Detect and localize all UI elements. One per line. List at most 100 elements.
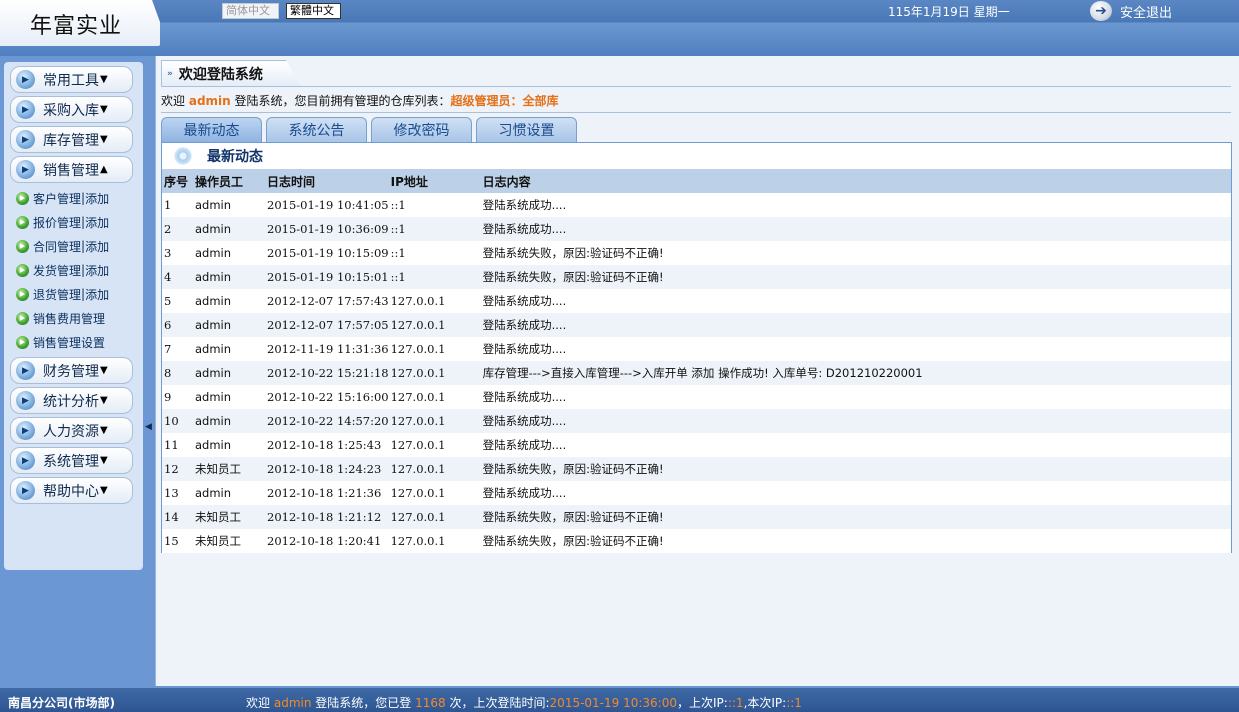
submenu-label[interactable]: 报价管理 — [33, 214, 81, 231]
date-display: 115年1月19日 星期一 — [888, 5, 1010, 19]
submenu-shipping[interactable]: ▶ 发货管理 | 添加 — [16, 258, 143, 282]
collapse-sidebar-icon[interactable]: ◀ — [145, 422, 152, 432]
submenu-label[interactable]: 销售管理设置 — [33, 334, 105, 351]
cell-index: 3 — [164, 246, 172, 260]
submenu-add-link[interactable]: 添加 — [85, 286, 109, 303]
logout-arrow-icon: ➔ — [1090, 1, 1112, 21]
col-header-time: 日志时间 — [267, 174, 316, 189]
caret-down-icon: ▼ — [100, 74, 108, 85]
submenu-label[interactable]: 发货管理 — [33, 262, 81, 279]
submenu-add-link[interactable]: 添加 — [85, 262, 109, 279]
caret-down-icon: ▼ — [100, 485, 108, 496]
lang-simplified-button[interactable]: 简体中文 — [222, 3, 279, 19]
menu-statistics[interactable]: ▶ 统计分析 ▼ — [10, 387, 133, 414]
bullet-play-icon: ▶ — [16, 239, 29, 253]
tab-preferences[interactable]: 习惯设置 — [476, 117, 577, 142]
cell-operator: admin — [195, 342, 232, 356]
welcome-user: admin — [188, 94, 231, 108]
menu-sales[interactable]: ▶ 销售管理 ▲ — [10, 156, 133, 183]
tab-change-password[interactable]: 修改密码 — [371, 117, 472, 142]
cell-ip: ::1 — [390, 246, 406, 260]
cell-time: 2012-10-18 1:20:41 — [267, 534, 382, 548]
submenu-add-link[interactable]: 添加 — [85, 238, 109, 255]
menu-system[interactable]: ▶ 系统管理 ▼ — [10, 447, 133, 474]
current-ip: ::1 — [786, 696, 802, 710]
cell-operator: admin — [195, 414, 232, 428]
cell-time: 2012-12-07 17:57:43 — [267, 294, 389, 308]
submenu-contract[interactable]: ▶ 合同管理 | 添加 — [16, 234, 143, 258]
menu-help[interactable]: ▶ 帮助中心 ▼ — [10, 477, 133, 504]
cell-content: 登陆系统成功.... — [482, 318, 567, 332]
cell-time: 2015-01-19 10:36:09 — [267, 222, 389, 236]
cell-index: 2 — [164, 222, 172, 236]
double-chevron-icon: » — [167, 69, 173, 79]
submenu-label[interactable]: 客户管理 — [33, 190, 81, 207]
menu-common-tools[interactable]: ▶ 常用工具 ▼ — [10, 66, 133, 93]
submenu-sales-expense[interactable]: ▶ 销售费用管理 — [16, 306, 143, 330]
submenu-returns[interactable]: ▶ 退货管理 | 添加 — [16, 282, 143, 306]
table-row: 2 admin 2015-01-19 10:36:09::1 登陆系统成功.... — [162, 217, 1231, 241]
submenu-quote[interactable]: ▶ 报价管理 | 添加 — [16, 210, 143, 234]
last-login-time: 2015-01-19 10:36:00 — [549, 696, 677, 710]
logout-link[interactable]: ➔ 安全退出 — [1090, 0, 1172, 22]
footer-text: 次，上次登陆时间: — [449, 696, 550, 710]
cell-index: 15 — [164, 534, 179, 548]
caret-down-icon: ▼ — [100, 365, 108, 376]
table-row: 14 未知员工 2012-10-18 1:21:12 127.0.0.1 登陆系统失败，… — [162, 505, 1231, 529]
cell-ip: 127.0.0.1 — [390, 510, 446, 524]
cell-ip: 127.0.0.1 — [390, 486, 446, 500]
footer-text: 欢迎 — [246, 696, 271, 710]
cell-time: 2015-01-19 10:15:01 — [267, 270, 389, 284]
caret-down-icon: ▼ — [100, 134, 108, 145]
menu-inventory[interactable]: ▶ 库存管理 ▼ — [10, 126, 133, 153]
activity-log-table: 序号 操作员工 日志时间 IP地址 日志内容 1 admin 2015-01-19 … — [162, 169, 1231, 553]
panel-title: 最新动态 — [207, 149, 263, 165]
play-icon: ▶ — [16, 481, 35, 500]
cell-content: 登陆系统成功.... — [482, 390, 567, 404]
menu-label: 常用工具 — [43, 72, 99, 89]
welcome-line: 欢迎 admin 登陆系统，您目前拥有管理的仓库列表：超级管理员：全部库 — [161, 92, 559, 109]
menu-label: 销售管理 — [43, 162, 99, 179]
activity-panel: 最新动态 序号 操作员工 日志时间 IP地址 日志内容 1 admin 2015-0… — [161, 142, 1232, 553]
cell-ip: 127.0.0.1 — [390, 366, 446, 380]
cell-ip: 127.0.0.1 — [390, 438, 446, 452]
menu-label: 库存管理 — [43, 132, 99, 149]
table-row: 3 admin 2015-01-19 10:15:09::1 登陆系统失败，原因:验证… — [162, 241, 1231, 265]
submenu-customer[interactable]: ▶ 客户管理 | 添加 — [16, 186, 143, 210]
col-header-content: 日志内容 — [482, 174, 531, 189]
cell-index: 13 — [164, 486, 179, 500]
cell-operator: admin — [195, 486, 232, 500]
table-row: 15 未知员工 2012-10-18 1:20:41 127.0.0.1 登陆系统失败，… — [162, 529, 1231, 553]
cell-index: 4 — [164, 270, 172, 284]
play-icon: ▶ — [16, 70, 35, 89]
menu-hr[interactable]: ▶ 人力资源 ▼ — [10, 417, 133, 444]
cell-content: 库存管理--->直接入库管理--->入库开单 添加 操作成功! 入库单号: D2… — [482, 366, 923, 380]
footer-text: 登陆系统，您已登 — [315, 696, 412, 710]
menu-finance[interactable]: ▶ 财务管理 ▼ — [10, 357, 133, 384]
play-icon: ▶ — [16, 160, 35, 179]
caret-down-icon: ▼ — [100, 395, 108, 406]
lang-traditional-button[interactable]: 繁體中文 — [286, 3, 341, 19]
bullet-play-icon: ▶ — [16, 311, 29, 325]
cell-time: 2012-11-19 11:31:36 — [267, 342, 389, 356]
bullet-play-icon: ▶ — [16, 263, 29, 277]
submenu-add-link[interactable]: 添加 — [85, 190, 109, 207]
play-icon: ▶ — [16, 421, 35, 440]
tab-latest-activity[interactable]: 最新动态 — [161, 117, 262, 142]
submenu-label[interactable]: 合同管理 — [33, 238, 81, 255]
submenu-label[interactable]: 销售费用管理 — [33, 310, 105, 327]
submenu-add-link[interactable]: 添加 — [85, 214, 109, 231]
tab-announcements[interactable]: 系统公告 — [266, 117, 367, 142]
cell-content: 登陆系统失败，原因:验证码不正确! — [482, 270, 664, 284]
page-title-text: 欢迎登陆系统 — [178, 67, 263, 83]
cell-operator: admin — [195, 294, 232, 308]
branch-name: 南昌分公司(市场部) — [8, 696, 115, 710]
company-logo: 年富实业 — [30, 14, 123, 39]
cell-operator: admin — [195, 390, 232, 404]
submenu-label[interactable]: 退货管理 — [33, 286, 81, 303]
play-icon: ▶ — [16, 451, 35, 470]
cell-content: 登陆系统成功.... — [482, 294, 567, 308]
bullet-play-icon: ▶ — [16, 335, 29, 349]
submenu-sales-settings[interactable]: ▶ 销售管理设置 — [16, 330, 143, 354]
menu-purchase[interactable]: ▶ 采购入库 ▼ — [10, 96, 133, 123]
